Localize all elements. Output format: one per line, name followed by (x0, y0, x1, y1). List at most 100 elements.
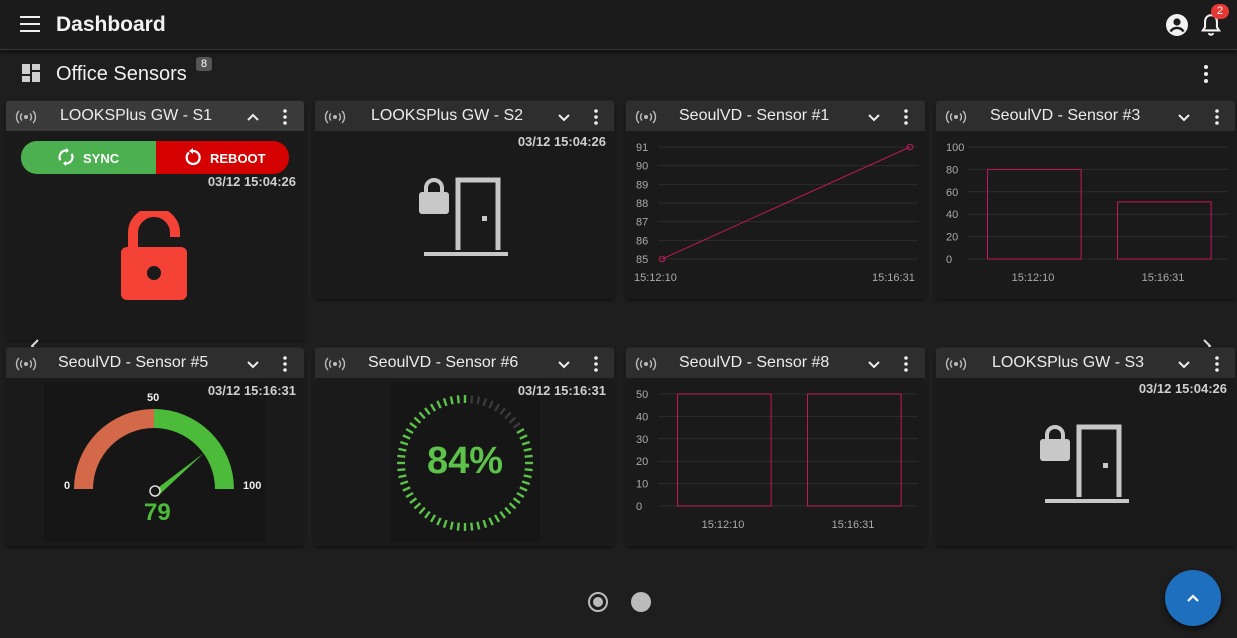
widget-card-sensor-3: SeoulVD - Sensor #3 0 20 40 60 80 100 15:12:10… (936, 101, 1235, 299)
chevron-down-icon[interactable] (1177, 110, 1191, 124)
signal-icon (324, 357, 346, 371)
chevron-down-icon[interactable] (246, 357, 260, 371)
card-menu-icon[interactable] (902, 355, 910, 373)
ring-segment (482, 519, 488, 529)
card-header: SeoulVD - Sensor #6 (315, 348, 614, 378)
ring-segment (524, 454, 533, 458)
bar (1117, 201, 1212, 260)
more-vert-icon[interactable] (1196, 64, 1216, 84)
signal-icon (945, 110, 967, 124)
widget-card-sensor-6: SeoulVD - Sensor #6 03/12 15:16:31 84% (315, 348, 614, 546)
y-tick-label: 20 (946, 232, 958, 244)
section-title: Office Sensors (56, 63, 187, 85)
ring-segment (482, 397, 488, 407)
card-title: LOOKSPlus GW - S2 (371, 107, 524, 124)
chevron-up-icon[interactable] (246, 110, 260, 124)
y-tick-label: 30 (636, 434, 648, 446)
ring-segment (504, 411, 512, 420)
signal-icon (324, 110, 346, 124)
chevron-up-icon (1187, 594, 1199, 602)
top-app-bar: Dashboard 2 (0, 0, 1237, 50)
widget-card-sensor-5: SeoulVD - Sensor #5 03/12 15:16:31 0 50 … (6, 348, 304, 546)
chevron-down-icon[interactable] (867, 357, 881, 371)
x-tick-label: 15:16:31 (1142, 272, 1185, 284)
ring-segment (398, 447, 407, 452)
card-title: LOOKSPlus GW - S1 (60, 107, 213, 124)
chevron-down-icon[interactable] (1177, 357, 1191, 371)
card-menu-icon[interactable] (1213, 355, 1221, 373)
ring-segment (470, 395, 474, 404)
ring-segment (519, 434, 528, 440)
signal-icon (945, 357, 967, 371)
ring-segment (519, 486, 528, 492)
card-title: LOOKSPlus GW - S3 (992, 354, 1145, 371)
ring-segment (488, 517, 494, 526)
sync-icon (58, 148, 74, 166)
card-header: SeoulVD - Sensor #8 (626, 348, 925, 378)
reboot-button[interactable]: REBOOT (156, 141, 289, 174)
percent-value: 84% (427, 440, 503, 482)
ring-segment (476, 396, 481, 405)
ring-segment (449, 396, 454, 405)
ring-segment (413, 416, 422, 424)
y-tick-label: 89 (636, 179, 648, 191)
card-menu-icon[interactable] (592, 355, 600, 373)
sync-button[interactable]: SYNC (21, 141, 156, 174)
card-title: SeoulVD - Sensor #3 (990, 107, 1141, 124)
account-icon[interactable] (1165, 13, 1189, 37)
ring-segment (521, 480, 531, 486)
ring-segment (413, 502, 422, 510)
door-lock-icon (419, 177, 508, 256)
gauge-min-label: 0 (64, 480, 70, 492)
widget-card-s1: LOOKSPlus GW - S1 SYNC REBOOT 03/12 15:0… (6, 101, 304, 340)
menu-icon[interactable] (20, 16, 40, 34)
ring-segment (512, 422, 521, 429)
card-menu-icon[interactable] (1213, 108, 1221, 126)
ring-segment (402, 434, 411, 440)
ring-segment (523, 447, 532, 452)
timestamp: 03/12 15:04:26 (207, 174, 296, 189)
y-tick-label: 86 (636, 235, 648, 247)
ring-segment (493, 514, 501, 523)
ring-segment (512, 497, 521, 504)
ring-segment (524, 468, 533, 472)
ring-segment (493, 403, 501, 412)
y-tick-label: 0 (946, 254, 952, 266)
chevron-down-icon[interactable] (867, 110, 881, 124)
widget-card-s2: LOOKSPlus GW - S2 03/12 15:04:26 (315, 101, 614, 299)
signal-icon (635, 110, 657, 124)
y-tick-label: 60 (946, 187, 958, 199)
section-header: Office Sensors 8 (0, 52, 1237, 92)
widget-card-sensor-1: SeoulVD - Sensor #1 85 86 87 88 89 90 91 15:12:… (626, 101, 925, 299)
scroll-top-button[interactable] (1165, 570, 1221, 626)
y-tick-label: 87 (636, 217, 648, 229)
widget-card-sensor-8: SeoulVD - Sensor #8 0 10 20 30 40 50 15:12:10 1… (626, 348, 925, 546)
gauge-high-arc (154, 409, 234, 489)
bar (807, 393, 902, 507)
ring-segment (516, 491, 525, 499)
page-dot-2[interactable] (631, 592, 651, 612)
ring-segment (399, 480, 409, 486)
chevron-down-icon[interactable] (557, 110, 571, 124)
ring-segment (418, 506, 426, 515)
card-header: LOOKSPlus GW - S3 (936, 348, 1235, 378)
page-dot-1[interactable] (588, 592, 608, 612)
card-menu-icon[interactable] (281, 108, 289, 126)
ring-segment (442, 397, 448, 407)
door-lock-icon (1040, 424, 1129, 503)
timestamp: 03/12 15:04:26 (1138, 381, 1227, 396)
chevron-down-icon[interactable] (557, 357, 571, 371)
signal-icon (635, 357, 657, 371)
timestamp: 03/12 15:04:26 (517, 134, 606, 149)
card-menu-icon[interactable] (592, 108, 600, 126)
ring-segment (397, 468, 406, 472)
ring-segment (424, 407, 431, 416)
card-menu-icon[interactable] (281, 355, 289, 373)
card-menu-icon[interactable] (902, 108, 910, 126)
card-header: SeoulVD - Sensor #1 (626, 101, 925, 131)
dashboard-grid-icon (22, 64, 40, 82)
ring-segment (424, 510, 431, 519)
bar-chart: 0 20 40 60 80 100 15:12:10 15:16:31 (946, 142, 1228, 284)
ring-segment (521, 440, 531, 446)
x-tick-label: 15:12:10 (702, 519, 745, 531)
